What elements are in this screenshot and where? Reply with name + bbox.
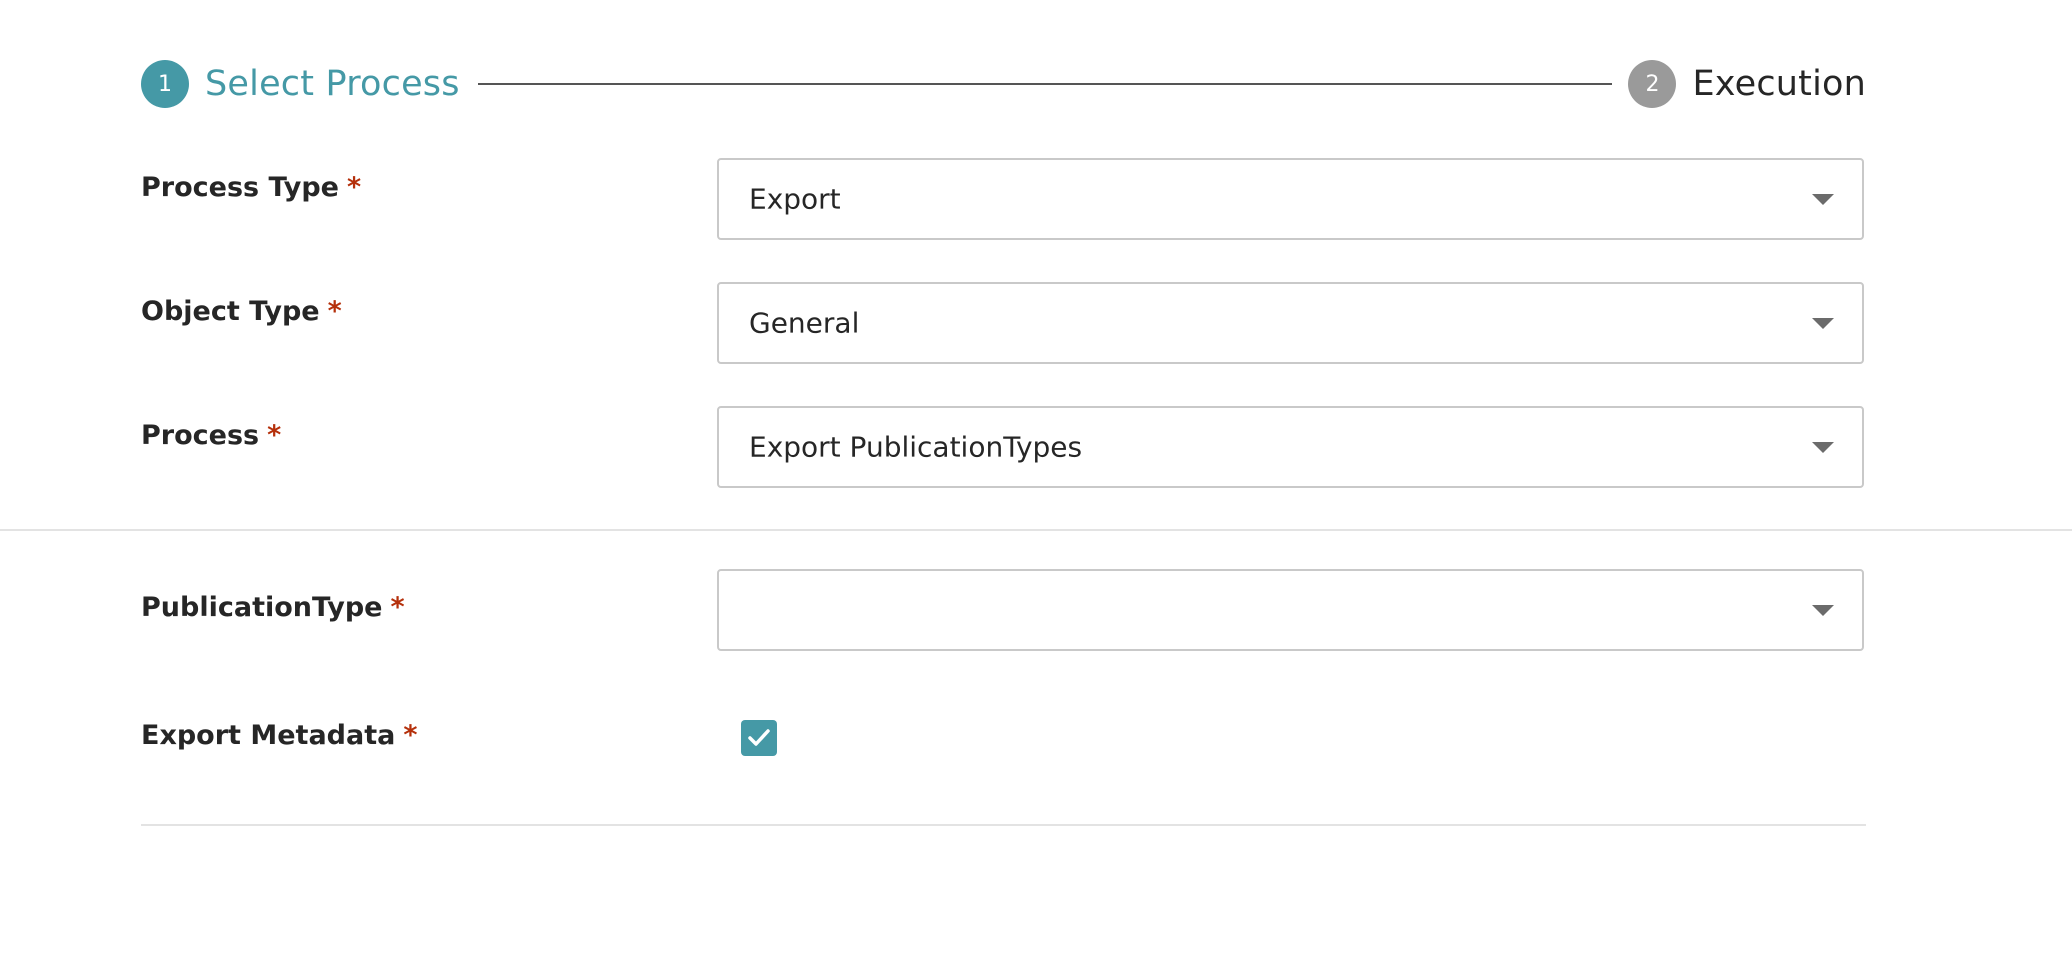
process-select[interactable]: Export PublicationTypes xyxy=(717,406,1864,488)
process-type-label-text: Process Type xyxy=(141,172,339,203)
caret-down-icon xyxy=(1812,194,1834,205)
object-type-label-text: Object Type xyxy=(141,296,320,327)
step-execution[interactable]: 2 Execution xyxy=(1628,60,1866,108)
process-label-text: Process xyxy=(141,420,260,451)
publication-type-label-text: PublicationType xyxy=(141,592,383,623)
required-marker: * xyxy=(390,592,405,623)
export-metadata-label: Export Metadata * xyxy=(141,720,417,751)
process-type-label: Process Type * xyxy=(141,172,361,203)
process-value: Export PublicationTypes xyxy=(749,430,1083,464)
object-type-value: General xyxy=(749,306,860,340)
step-select-process[interactable]: 1 Select Process xyxy=(141,60,460,108)
caret-down-icon xyxy=(1812,605,1834,616)
object-type-label: Object Type * xyxy=(141,296,342,327)
object-type-select[interactable]: General xyxy=(717,282,1864,364)
required-marker: * xyxy=(346,172,362,203)
caret-down-icon xyxy=(1812,442,1834,453)
form-bottom-divider xyxy=(141,824,1866,826)
publication-type-select[interactable] xyxy=(717,569,1864,651)
process-type-value: Export xyxy=(749,182,841,216)
process-stepper: 1 Select Process 2 Execution xyxy=(141,59,1866,109)
required-marker: * xyxy=(267,420,282,451)
step-2-number: 2 xyxy=(1628,60,1677,108)
step-2-label: Execution xyxy=(1692,64,1866,104)
caret-down-icon xyxy=(1812,318,1834,329)
page: 1 Select Process 2 Execution Process Typ… xyxy=(0,0,2072,964)
required-marker: * xyxy=(327,296,342,327)
stepper-connector xyxy=(477,83,1613,85)
step-1-number: 1 xyxy=(141,60,189,108)
process-label: Process * xyxy=(141,420,281,451)
section-divider xyxy=(0,529,2072,531)
export-metadata-label-text: Export Metadata xyxy=(141,720,396,751)
publication-type-label: PublicationType * xyxy=(141,592,405,623)
checkmark-icon xyxy=(748,729,770,746)
required-marker: * xyxy=(403,720,418,751)
export-metadata-checkbox[interactable] xyxy=(741,720,777,756)
step-1-label: Select Process xyxy=(205,64,460,104)
process-type-select[interactable]: Export xyxy=(717,158,1864,240)
